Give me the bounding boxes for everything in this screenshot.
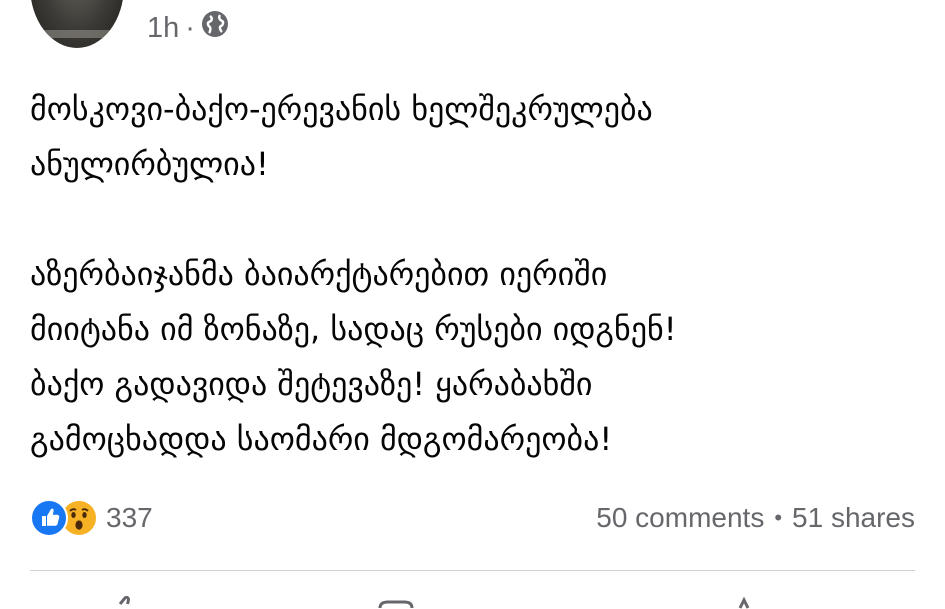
avatar[interactable] xyxy=(30,0,124,48)
post-time[interactable]: 1h xyxy=(147,12,179,45)
engagement-stats: 50 comments • 51 shares xyxy=(596,496,915,540)
globe-icon[interactable] xyxy=(201,10,229,46)
post-meta: 1h · xyxy=(147,6,229,50)
comments-link[interactable]: 50 comments xyxy=(596,502,764,534)
comment-button-icon[interactable] xyxy=(376,596,416,609)
reaction-count: 337 xyxy=(106,502,153,533)
post-line: გამოცხადდა საომარი მდგომარეობა! xyxy=(30,420,613,458)
post-line: მიიტანა იმ ზონაზე, სადაც რუსები იდგნენ! xyxy=(30,310,677,348)
divider xyxy=(30,570,915,571)
post-line: მოსკოვი-ბაქო-ერევანის ხელშეკრულება xyxy=(30,90,653,128)
post-card: 1h · მოსკოვი-ბაქო-ერევანის ხელშეკრულება … xyxy=(0,0,945,609)
stats-separator: • xyxy=(774,505,783,530)
meta-separator: · xyxy=(185,11,195,44)
like-icon xyxy=(30,499,68,537)
like-button-icon[interactable] xyxy=(106,595,146,609)
post-line: ბაქო გადავიდა შეტევაზე! ყარაბახში xyxy=(30,365,593,403)
share-button-icon[interactable] xyxy=(726,596,766,609)
post-line: აზერბაიჯანმა ბაიარქტარებით იერიში xyxy=(30,255,608,293)
reaction-summary[interactable]: 337 xyxy=(30,496,153,540)
shares-link[interactable]: 51 shares xyxy=(792,502,915,534)
post-text: მოსკოვი-ბაქო-ერევანის ხელშეკრულება ანული… xyxy=(30,82,920,467)
post-line: ანულირბულია! xyxy=(30,145,269,183)
